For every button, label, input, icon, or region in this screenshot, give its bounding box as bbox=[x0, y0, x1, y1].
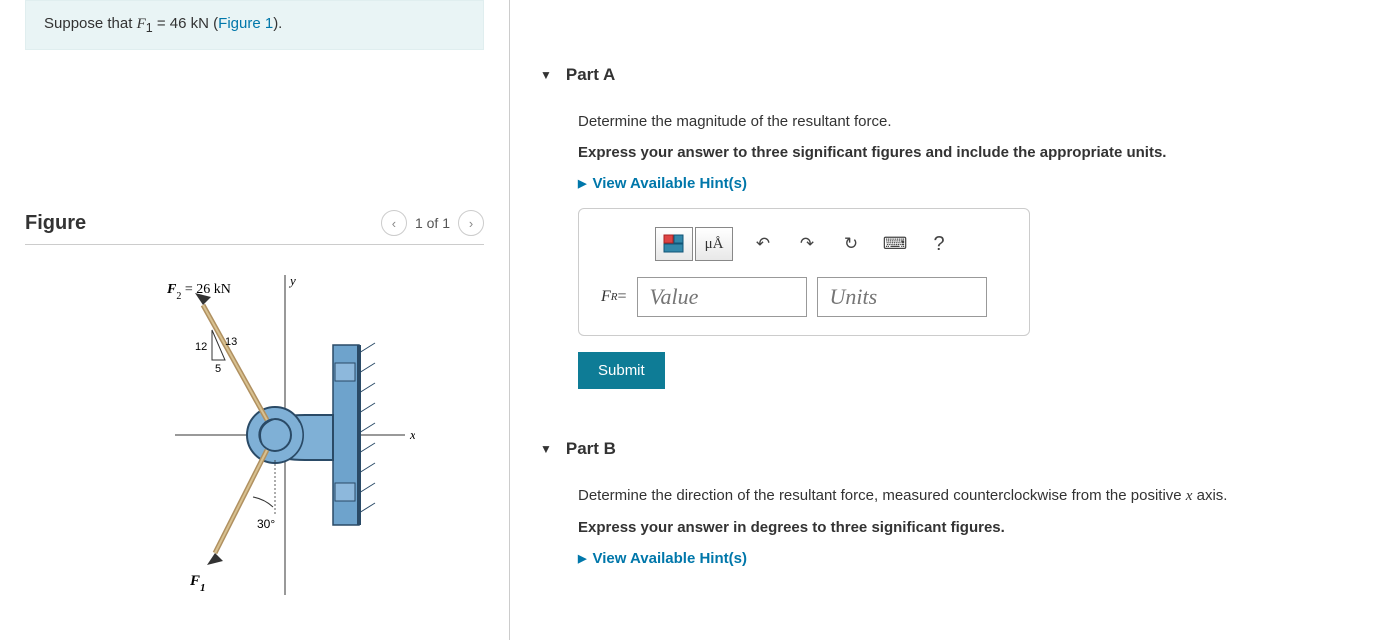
part-b-hints-toggle[interactable]: ▶ View Available Hint(s) bbox=[578, 550, 1346, 567]
figure-section: Figure ‹ 1 of 1 › y x bbox=[25, 210, 484, 605]
fr-label: FR = bbox=[601, 277, 627, 317]
part-b-hint-label: View Available Hint(s) bbox=[592, 550, 747, 567]
part-b-title: Part B bbox=[566, 439, 616, 459]
part-a-header[interactable]: ▼ Part A bbox=[540, 65, 1346, 85]
units-button[interactable]: μÅ bbox=[695, 227, 733, 261]
figure-nav-text: 1 of 1 bbox=[415, 215, 450, 231]
part-a-hint-label: View Available Hint(s) bbox=[592, 175, 747, 192]
figure-image: y x bbox=[25, 265, 484, 605]
figure-next-button[interactable]: › bbox=[458, 210, 484, 236]
axis-x-label: x bbox=[409, 427, 415, 442]
help-button[interactable]: ? bbox=[925, 230, 953, 258]
units-input[interactable] bbox=[817, 277, 987, 317]
value-input[interactable] bbox=[637, 277, 807, 317]
collapse-icon: ▼ bbox=[540, 68, 552, 82]
part-b-desc1: Determine the direction of the resultant… bbox=[578, 487, 1346, 505]
answer-box: μÅ ↶ ↷ ↻ ⌨ ? FR = bbox=[578, 208, 1030, 336]
instruction-variable: F bbox=[137, 16, 146, 32]
angle-label: 30° bbox=[257, 517, 275, 531]
axis-y-label: y bbox=[288, 273, 296, 288]
triangle-13-label: 13 bbox=[225, 336, 237, 348]
instruction-suffix: ). bbox=[273, 15, 282, 32]
submit-button[interactable]: Submit bbox=[578, 352, 665, 389]
collapse-icon: ▼ bbox=[540, 442, 552, 456]
part-a-title: Part A bbox=[566, 65, 615, 85]
triangle-12-label: 12 bbox=[195, 341, 207, 353]
undo-button[interactable]: ↶ bbox=[749, 230, 777, 258]
expand-icon: ▶ bbox=[578, 552, 586, 565]
f1-label: F1 bbox=[189, 573, 206, 594]
part-a-hints-toggle[interactable]: ▶ View Available Hint(s) bbox=[578, 175, 1346, 192]
instruction-equals: = 46 kN ( bbox=[153, 15, 218, 32]
part-b-block: ▼ Part B Determine the direction of the … bbox=[540, 439, 1346, 567]
part-b-desc2: Express your answer in degrees to three … bbox=[578, 519, 1346, 536]
figure-prev-button[interactable]: ‹ bbox=[381, 210, 407, 236]
keyboard-button[interactable]: ⌨ bbox=[881, 230, 909, 258]
triangle-5-label: 5 bbox=[215, 363, 221, 375]
instruction-prefix: Suppose that bbox=[44, 15, 137, 32]
figure-title: Figure bbox=[25, 212, 86, 235]
part-a-desc2: Express your answer to three significant… bbox=[578, 144, 1346, 161]
part-b-header[interactable]: ▼ Part B bbox=[540, 439, 1346, 459]
expand-icon: ▶ bbox=[578, 177, 586, 190]
f2-label: F2 = 26 kN bbox=[166, 282, 231, 302]
templates-button[interactable] bbox=[655, 227, 693, 261]
figure-link[interactable]: Figure 1 bbox=[218, 15, 273, 32]
reset-button[interactable]: ↻ bbox=[837, 230, 865, 258]
part-a-block: ▼ Part A Determine the magnitude of the … bbox=[540, 65, 1346, 389]
instruction-subscript: 1 bbox=[146, 21, 153, 35]
instruction-box: Suppose that F1 = 46 kN (Figure 1). bbox=[25, 0, 484, 50]
redo-button[interactable]: ↷ bbox=[793, 230, 821, 258]
part-a-desc1: Determine the magnitude of the resultant… bbox=[578, 113, 1346, 130]
